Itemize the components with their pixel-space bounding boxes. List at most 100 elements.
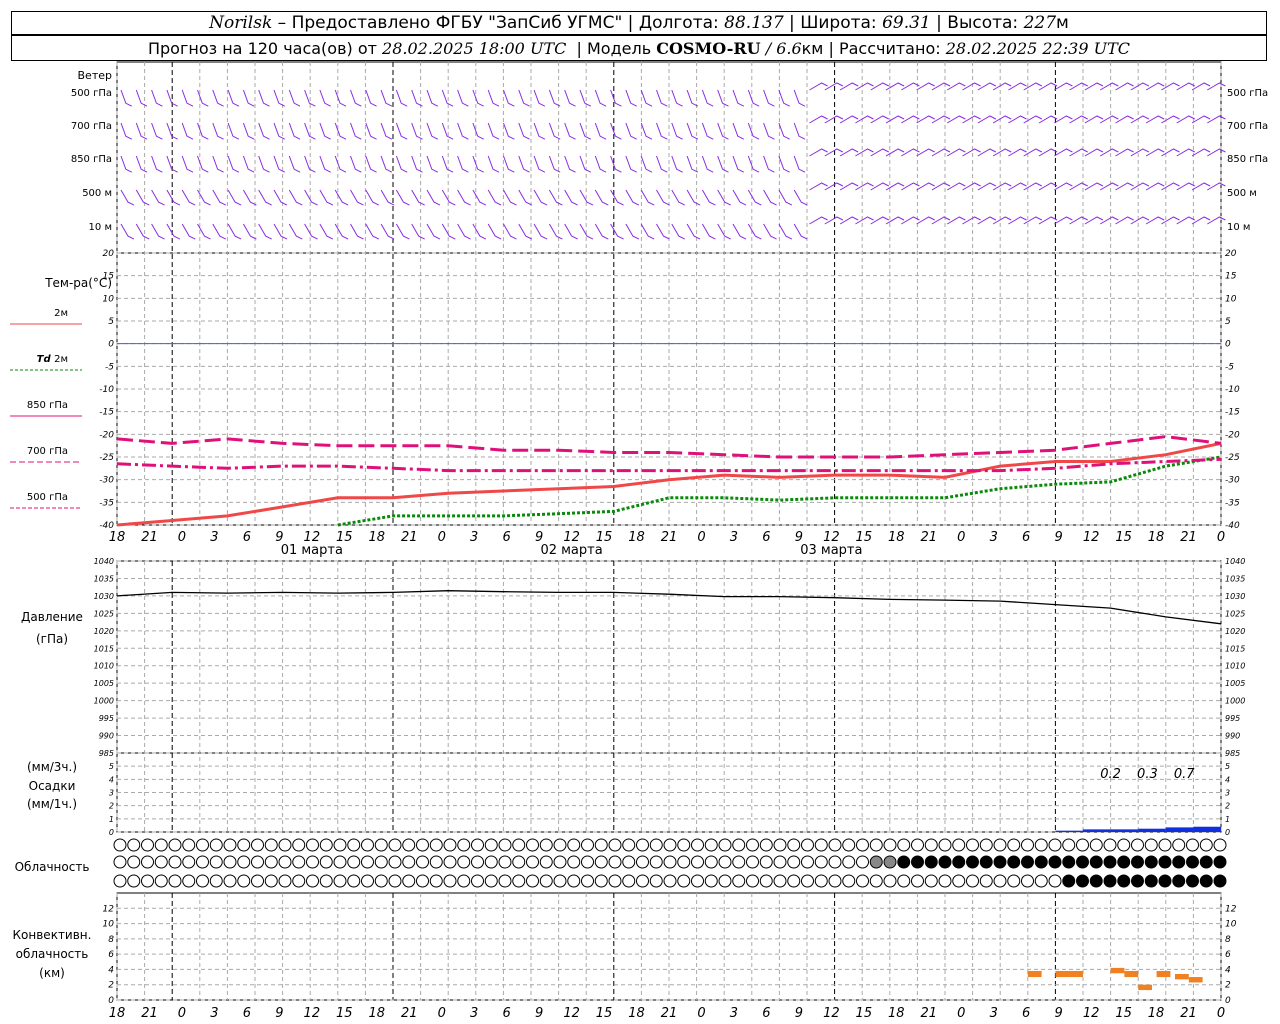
cloud-cover-marker <box>498 874 512 888</box>
cloud-cover-marker <box>512 874 526 888</box>
cloud-cover-marker <box>622 874 636 888</box>
cloud-cover-marker <box>677 874 691 888</box>
wind-barb <box>242 155 255 173</box>
temp-tick-right: 20 <box>1225 249 1237 259</box>
wind-barb <box>457 189 471 206</box>
temp-tick-left: 10 <box>103 294 115 304</box>
wind-barb <box>120 122 133 140</box>
day-label: 01 марта <box>281 543 343 558</box>
wind-barb <box>242 189 257 206</box>
cloud-cover-marker <box>416 838 429 852</box>
legend-label: 2м <box>54 308 68 319</box>
wind-barb <box>288 189 303 206</box>
wind-barb <box>1099 148 1119 157</box>
cloud-cover-marker <box>718 855 732 869</box>
cloud-cover-marker <box>264 874 278 888</box>
wind-barb <box>809 216 828 225</box>
wind-barb <box>640 122 653 140</box>
wind-barb <box>395 189 410 206</box>
wind-barb <box>1069 115 1088 124</box>
wind-barb <box>594 89 607 107</box>
cloud-cover-marker <box>787 838 801 852</box>
wind-barb <box>181 223 196 240</box>
wind-barb <box>747 155 760 173</box>
wind-barb <box>120 223 135 240</box>
time-tick-bottom: 15 <box>856 1006 873 1021</box>
wind-barb <box>548 223 563 240</box>
meteogram: 20 2015 1510 105 50 0-5 -5-10 -10-15 -15-20 -20-2… <box>10 61 1268 1021</box>
conv-cloud-bar <box>1138 984 1152 991</box>
conv-cloud-bar <box>1175 974 1189 980</box>
conv-title-2: облачность <box>16 947 89 961</box>
wind-barb <box>901 216 920 225</box>
cloud-cover-marker <box>553 838 567 852</box>
time-tick: 6 <box>243 530 251 545</box>
time-tick-bottom: 21 <box>401 1006 418 1021</box>
wind-barb <box>916 216 935 225</box>
cloud-cover-marker <box>127 855 141 869</box>
wind-barb <box>457 122 469 140</box>
temp-tick-right: 10 <box>1225 294 1237 304</box>
conv-tick-left: 8 <box>108 935 114 945</box>
wind-barb <box>686 189 701 206</box>
wind-barb <box>1084 148 1104 157</box>
wind-barb <box>1099 182 1119 191</box>
wind-barb <box>135 155 148 173</box>
time-tick-bottom: 6 <box>762 1006 770 1021</box>
time-tick-bottom: 0 <box>178 1006 186 1021</box>
wind-barb <box>656 189 670 206</box>
wind-barb <box>411 189 425 206</box>
wind-barb <box>717 122 729 140</box>
wind-barb <box>839 148 859 157</box>
pressure-tick-left: 1010 <box>94 662 114 671</box>
wind-barb <box>946 216 966 225</box>
cloud-cover-marker <box>1034 838 1048 852</box>
wind-barb <box>1069 148 1088 157</box>
wind-barb <box>916 115 935 124</box>
conv-tick-left: 10 <box>103 920 115 930</box>
wind-barb <box>472 122 484 140</box>
time-tick-bottom: 15 <box>1115 1006 1132 1021</box>
wind-barb <box>334 189 349 206</box>
conv-tick-right: 6 <box>1225 950 1231 960</box>
wind-barb <box>441 223 456 240</box>
cloud-cover-marker <box>264 838 278 852</box>
precip-bar <box>1055 830 1083 832</box>
pressure-title: Давление <box>21 610 83 624</box>
time-tick-bottom: 0 <box>697 1006 705 1021</box>
wind-barb <box>946 115 966 124</box>
wind-barb <box>472 89 484 107</box>
wind-barb <box>1207 148 1226 157</box>
wind-barb <box>319 189 334 206</box>
temp-tick-left: -15 <box>99 408 114 418</box>
wind-barb <box>671 189 686 206</box>
cloud-cover-marker <box>649 874 663 888</box>
time-tick: 6 <box>503 530 511 545</box>
wind-barb <box>809 82 828 91</box>
wind-barb <box>533 122 546 140</box>
cloud-cover-marker <box>361 855 374 869</box>
precip-tick-right: 4 <box>1225 775 1230 784</box>
cloud-cover-marker <box>1213 874 1227 888</box>
wind-barb <box>564 223 578 240</box>
time-tick: 3 <box>470 530 478 545</box>
precip-3h-label: 0.7 <box>1174 767 1195 782</box>
wind-barb <box>350 223 364 240</box>
pressure-tick-right: 1005 <box>1225 679 1245 688</box>
wind-barb <box>503 223 517 240</box>
precip-tick-left: 4 <box>109 775 114 784</box>
cloud-cover-marker <box>979 838 993 852</box>
wind-barb <box>151 223 165 240</box>
temp-tick-right: 5 <box>1225 317 1231 327</box>
cloud-cover-marker <box>897 855 911 869</box>
wind-barb <box>426 223 441 240</box>
wind-barb <box>1023 82 1043 91</box>
time-tick: 3 <box>730 530 738 545</box>
conv-tick-right: 10 <box>1225 920 1237 930</box>
wind-barb <box>1054 82 1073 91</box>
conv-tick-right: 8 <box>1225 935 1231 945</box>
time-tick-bottom: 6 <box>243 1006 251 1021</box>
wind-barb <box>258 189 272 206</box>
wind-barb <box>212 189 227 206</box>
wind-barb <box>487 223 502 240</box>
